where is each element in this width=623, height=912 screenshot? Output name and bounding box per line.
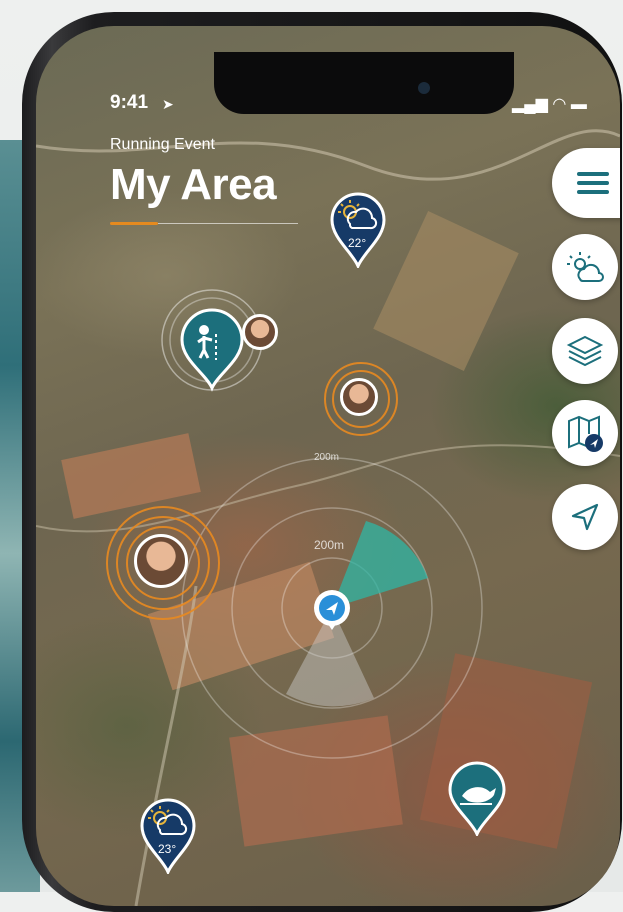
status-time: 9:41: [110, 92, 149, 113]
distance-label: 200m: [314, 452, 340, 463]
navigate-button[interactable]: [552, 484, 618, 550]
front-camera: [418, 82, 430, 94]
layers-button[interactable]: [552, 318, 618, 384]
distance-label: 200m: [314, 538, 345, 552]
weather-pin-23[interactable]: 23°: [136, 794, 200, 879]
signal-icon: ▂▄▆: [512, 96, 548, 113]
page-title: My Area: [110, 160, 277, 209]
event-subtitle: Running Event: [110, 136, 215, 153]
menu-icon: [577, 172, 609, 194]
map-icon: [568, 415, 603, 452]
title-underline: [158, 223, 298, 224]
event-photographer-pin[interactable]: [158, 282, 278, 407]
location-arrow-icon: ➤: [162, 96, 174, 112]
map-button[interactable]: [552, 400, 618, 466]
user-location-marker[interactable]: [312, 588, 352, 637]
map-screen[interactable]: 9:41 ➤ ▂▄▆ ◠ ▬ Running Event My Area 22°: [36, 26, 620, 906]
wildlife-pin[interactable]: [442, 756, 512, 841]
navigate-icon: [571, 503, 599, 531]
layers-icon: [566, 335, 604, 367]
status-icons: ▂▄▆ ◠ ▬: [512, 94, 587, 114]
title-underline-accent: [110, 222, 158, 225]
weather-temp: 22°: [348, 236, 367, 250]
wifi-icon: ◠: [552, 96, 567, 113]
battery-icon: ▬: [570, 96, 587, 113]
device-notch: [214, 52, 514, 114]
weather-pin-22[interactable]: 22°: [326, 188, 390, 273]
avatar[interactable]: [242, 314, 278, 350]
avatar: [134, 534, 188, 588]
menu-button[interactable]: [552, 148, 620, 218]
map-overlay: [36, 129, 620, 906]
weather-temp: 23°: [158, 842, 177, 856]
weather-button[interactable]: [552, 234, 618, 300]
avatar: [340, 378, 378, 416]
weather-icon: [567, 252, 604, 282]
